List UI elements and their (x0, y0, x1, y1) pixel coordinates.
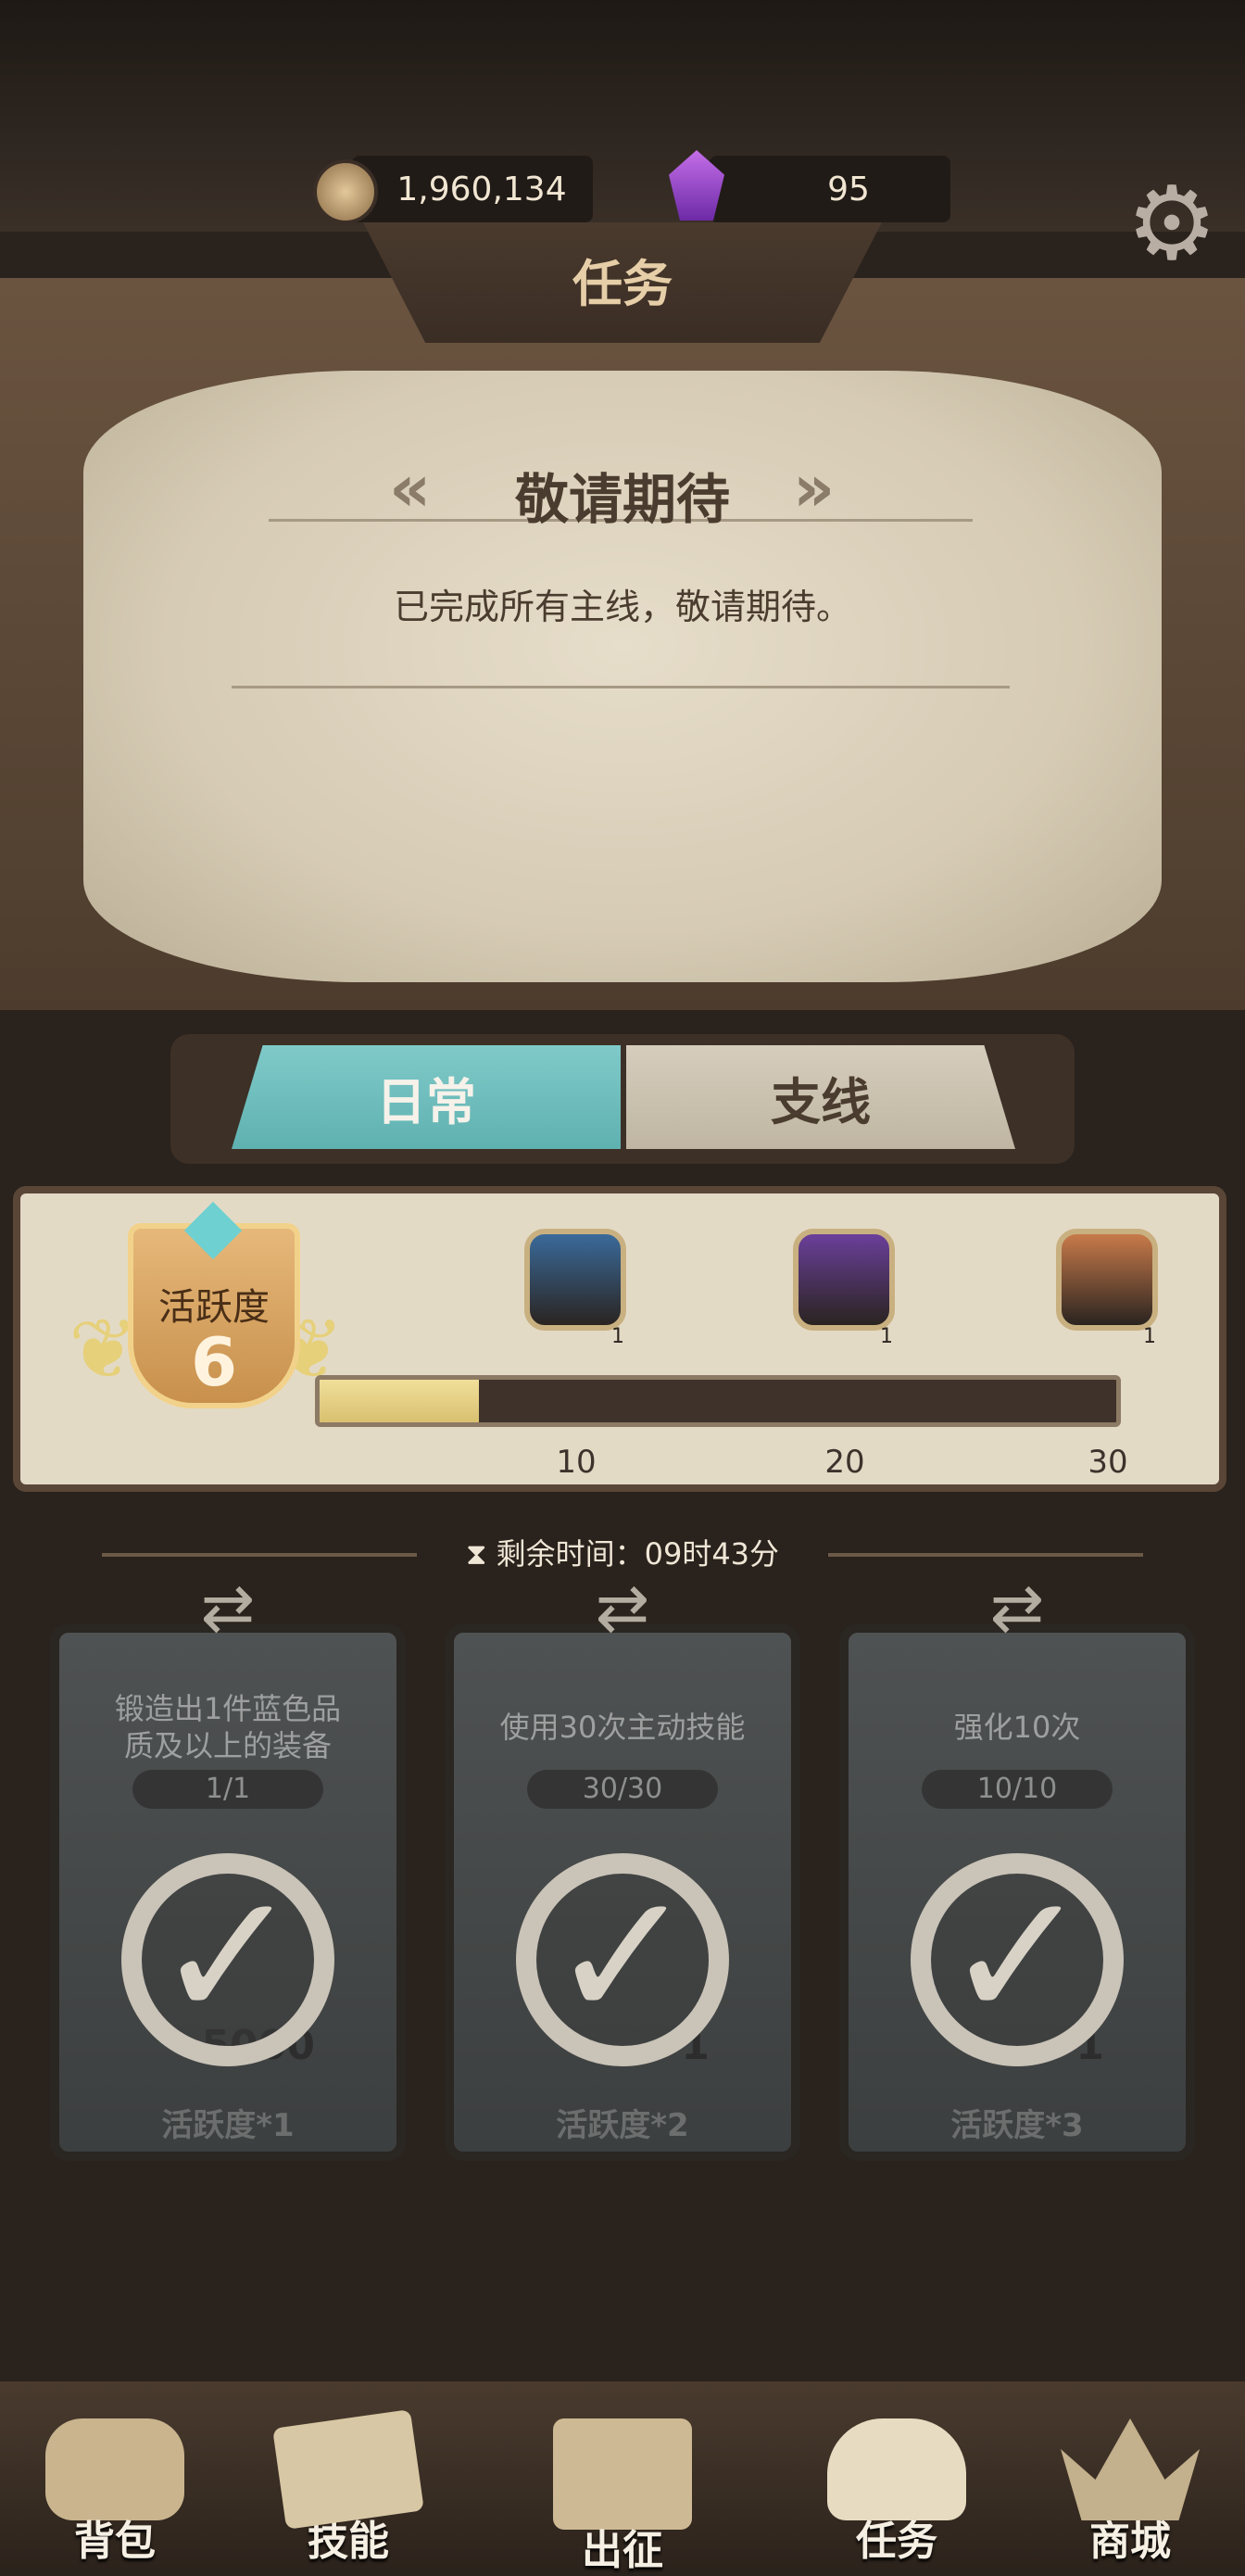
nav-skills[interactable]: 技能 (256, 2409, 441, 2567)
chest-10-count: 1 (611, 1325, 624, 1348)
chest-10-icon[interactable] (524, 1229, 626, 1331)
gem-amount: 95 (827, 170, 870, 208)
activity-value: 6 (190, 1323, 238, 1401)
skill-book-icon (272, 2409, 424, 2530)
chest-20-icon[interactable] (793, 1229, 895, 1331)
divider-bottom (232, 686, 1010, 688)
task-3-desc-line1: 强化10次 (953, 1710, 1081, 1745)
nav-expedition-label: 出征 (582, 2527, 663, 2574)
task-2-desc-line1: 使用30次主动技能 (499, 1710, 746, 1745)
tab-daily[interactable]: 日常 (232, 1045, 621, 1149)
task-1-progress: 1/1 (132, 1770, 323, 1809)
remaining-time-text: 剩余时间：09时43分 (496, 1536, 780, 1572)
task-3-complete-check-icon: ✓ (911, 1853, 1124, 2066)
nav-backpack[interactable]: 背包 (22, 2418, 208, 2567)
coin-counter: 1,960,134 (352, 156, 593, 222)
nav-backpack-label: 背包 (74, 2518, 156, 2565)
task-1-desc-line1: 锻造出1件蓝色品 (114, 1691, 342, 1726)
hourglass-icon: ⧗ (465, 1536, 487, 1572)
task-2-progress: 30/30 (527, 1770, 718, 1809)
main-quest-description: 已完成所有主线，敬请期待。 (393, 587, 851, 627)
task-2-complete-check-icon: ✓ (516, 1853, 729, 2066)
task-3-reward: 活跃度*3 (950, 2107, 1084, 2144)
task-1-reward: 活跃度*1 (161, 2107, 295, 2144)
task-3-progress: 10/10 (922, 1770, 1113, 1809)
sword-map-icon (553, 2418, 692, 2530)
task-2-desc: 使用30次主动技能 (445, 1709, 800, 1746)
tab-branch-label: 支线 (771, 1072, 871, 1131)
tab-branch[interactable]: 支线 (626, 1045, 1015, 1149)
nav-shop[interactable]: 商城 (1038, 2418, 1223, 2567)
task-1-desc-line2: 质及以上的装备 (123, 1728, 332, 1763)
card-1-refresh-icon: ⇄ (200, 1570, 256, 1646)
crown-shop-icon (1061, 2418, 1200, 2520)
coin-amount: 1,960,134 (396, 170, 567, 208)
task-3-desc: 强化10次 (839, 1709, 1195, 1746)
page-title: 任务 (572, 255, 673, 313)
task-1-complete-check-icon: ✓ (121, 1853, 334, 2066)
milestone-10-label: 10 (556, 1444, 597, 1481)
main-quest-title: 敬请期待 (514, 468, 730, 531)
milestone-30-label: 30 (1088, 1444, 1128, 1481)
gem-counter: 95 (710, 156, 950, 222)
top-bar (0, 0, 1245, 232)
backpack-icon (45, 2418, 184, 2520)
tab-daily-label: 日常 (376, 1072, 476, 1131)
remaining-time: ⧗ 剩余时间：09时43分 (0, 1531, 1245, 1573)
milestone-20-label: 20 (824, 1444, 865, 1481)
activity-progress-fill (320, 1380, 479, 1422)
coin-icon (313, 159, 378, 224)
chest-30-count: 1 (1143, 1325, 1156, 1348)
task-1-desc: 锻造出1件蓝色品 质及以上的装备 (50, 1690, 406, 1764)
gear-icon[interactable]: ⚙ (1117, 169, 1226, 278)
chest-20-count: 1 (880, 1325, 893, 1348)
scroll-icon (827, 2418, 966, 2520)
chest-30-icon[interactable] (1056, 1229, 1158, 1331)
task-2-reward: 活跃度*2 (556, 2107, 689, 2144)
nav-tasks-label: 任务 (856, 2518, 937, 2565)
card-3-refresh-icon: ⇄ (989, 1570, 1045, 1646)
nav-expedition[interactable]: 出征 (530, 2418, 715, 2576)
card-2-refresh-icon: ⇄ (595, 1570, 650, 1646)
nav-tasks[interactable]: 任务 (804, 2418, 989, 2567)
